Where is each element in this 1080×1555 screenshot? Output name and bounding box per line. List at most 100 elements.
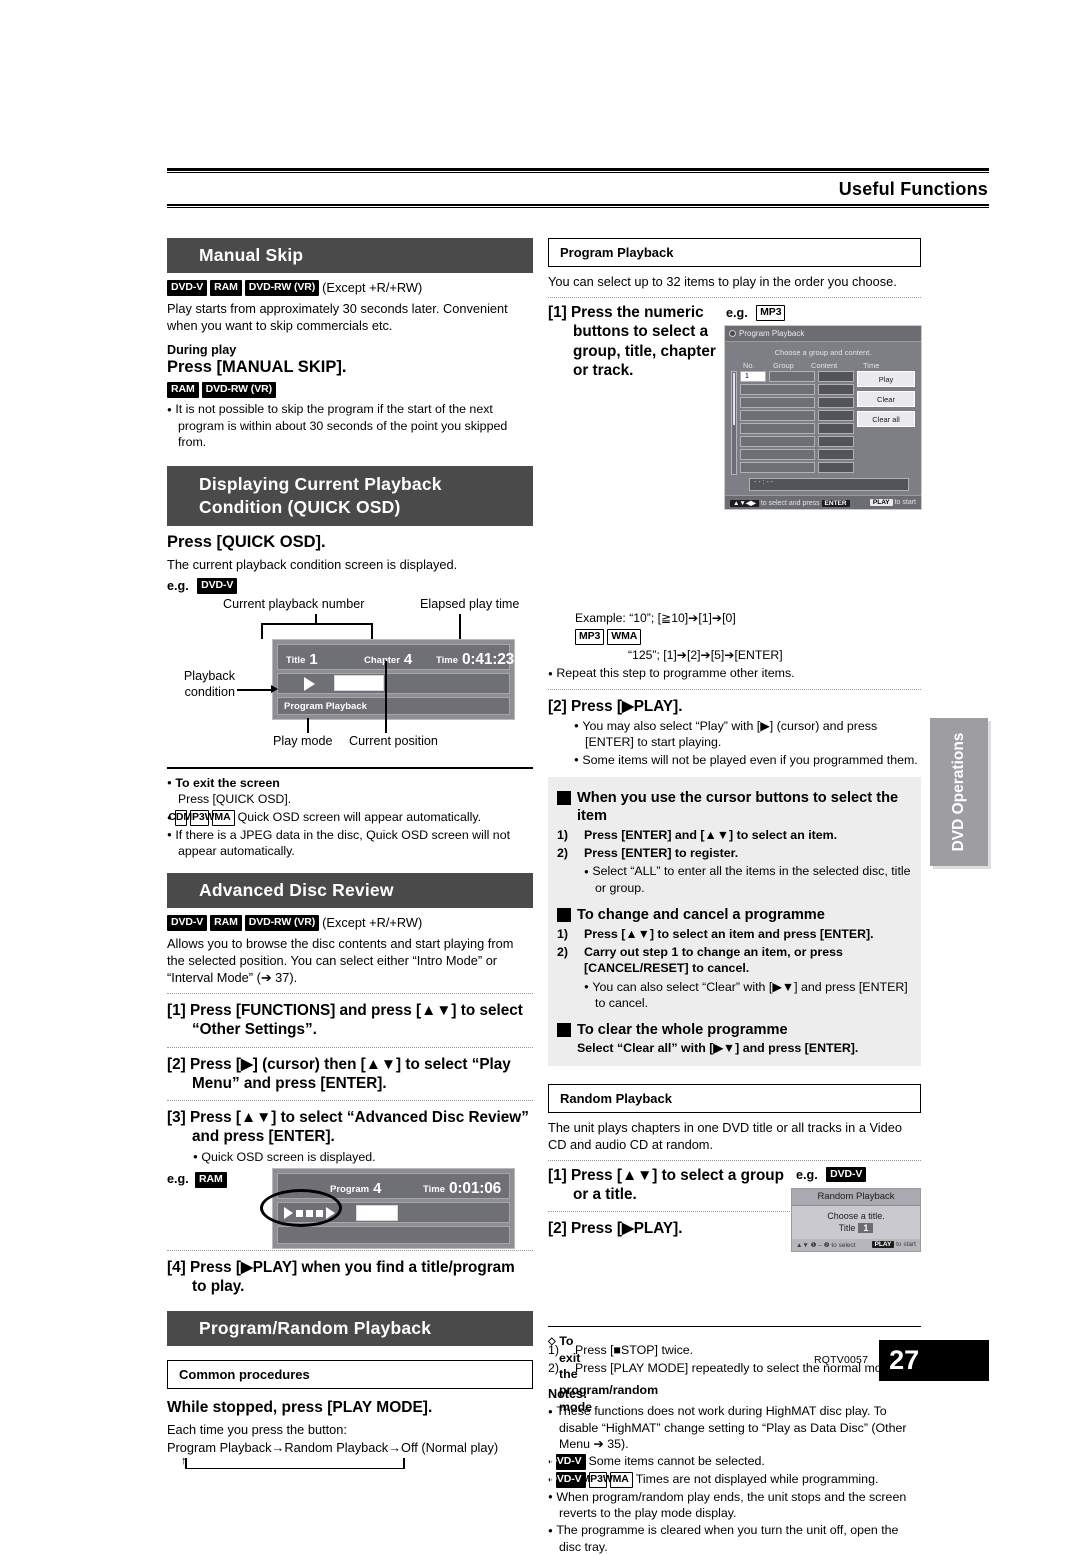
- callout-playback-condition-line1: Playback: [183, 668, 235, 683]
- play-key-badge-rp: PLAY: [871, 1241, 895, 1249]
- random-playback-steps-block: [1] Press [▲▼] to select a group or a ti…: [548, 1166, 921, 1317]
- rp-foot-left: ▲▼ ❶ – ❷ to select: [796, 1241, 856, 1249]
- pp-row-2[interactable]: [740, 384, 854, 396]
- pp-screen-subtitle: Choose a group and content.: [774, 348, 872, 358]
- disc-badge-ram-adr: RAM: [210, 915, 242, 931]
- pp-col-group: Group: [773, 361, 794, 371]
- disc-badge-wma-ex: WMA: [607, 629, 642, 645]
- adr-step-4: [4] Press [▶PLAY] when you find a title/…: [167, 1259, 515, 1296]
- cursor-bullet: Select “ALL” to enter all the items in t…: [584, 863, 912, 896]
- pp-foot-left: ▲▼◀▶ to select and press ENTER: [730, 499, 850, 507]
- random-playback-step-1: [1] Press [▲▼] to select a group or a ti…: [548, 1166, 784, 1203]
- pp-step2-bullet-1: You may also select “Play” with [▶] (cur…: [574, 718, 921, 751]
- note-2-text: Some items cannot be selected.: [588, 1454, 765, 1469]
- disc-badge-wma: WMA: [205, 810, 235, 826]
- disc-badge-mp3-ex: MP3: [575, 629, 605, 645]
- adr-step3-bullet: Quick OSD screen is displayed.: [193, 1149, 533, 1165]
- pp-row-8[interactable]: [740, 462, 854, 474]
- pp-foot-right: PLAY to start: [869, 499, 916, 507]
- quick-osd-exit-body: Press [QUICK OSD].: [178, 792, 292, 807]
- quick-osd-bullet-1: CDMP3WMAQuick OSD screen will appear aut…: [167, 809, 533, 826]
- pp-row-7[interactable]: [740, 449, 854, 461]
- callout-elapsed-play-time: Elapsed play time: [420, 596, 520, 611]
- side-tab-label: DVD Operations: [950, 732, 967, 852]
- osd-time-label: Time: [436, 654, 459, 666]
- program-random-cycle-arrow: ↑: [167, 1455, 533, 1476]
- pp-screen-columns: No. Group Content Time: [743, 361, 915, 370]
- note-3-text: Times are not displayed while programmin…: [635, 1472, 879, 1487]
- pp-play-button[interactable]: Play: [857, 371, 915, 388]
- page-footer: RQTV0057 27: [814, 1340, 990, 1381]
- pp-step2-bullet-2: Some items will not be played even if yo…: [574, 752, 921, 768]
- page-header: Useful Functions: [167, 168, 989, 208]
- pp-screen-footer: ▲▼◀▶ to select and press ENTER PLAY to s…: [725, 495, 921, 510]
- osd-title-label: Title: [286, 654, 306, 666]
- play-key-badge: PLAY: [869, 499, 893, 507]
- adr-time-value: 0:01:06: [449, 1180, 502, 1198]
- random-playback-eg: e.g. DVD-V: [796, 1166, 869, 1184]
- disc-badge-dvd-v: DVD-V: [167, 280, 208, 296]
- cursor-step-1: Press [ENTER] and [▲▼] to select an item…: [584, 828, 838, 843]
- change-step-1: Press [▲▼] to select an item and press […: [584, 927, 874, 942]
- pp-buttons: Play Clear Clear all: [857, 371, 915, 475]
- osd-title-value: 1: [309, 650, 318, 668]
- dpad-icon: ▲▼◀▶: [730, 499, 759, 507]
- program-playback-eg: e.g. MP3: [726, 304, 788, 322]
- pp-screen-title: Program Playback: [739, 329, 805, 339]
- pp-col-time: Time: [863, 361, 880, 371]
- pp-screen-body: Choose a group and content. No. Group Co…: [725, 342, 921, 492]
- osd-time-value: 0:41:23: [462, 650, 515, 668]
- adr-step-3: [3] Press [▲▼] to select “Advanced Disc …: [167, 1109, 529, 1146]
- osd-progress-row: [277, 672, 510, 694]
- quick-osd-bullets: CDMP3WMAQuick OSD screen will appear aut…: [167, 809, 533, 859]
- quick-osd-exit-list: To exit the screen: [167, 775, 533, 791]
- adr-badge-note: (Except +R/+RW): [322, 915, 423, 931]
- manual-skip-bullet-1: It is not possible to skip the program i…: [167, 401, 533, 450]
- pp-row-5[interactable]: [740, 423, 854, 435]
- callout-current-playback-number: Current playback number: [223, 596, 365, 611]
- rp-foot-right-text: to start: [896, 1241, 916, 1249]
- pp-scrollbar[interactable]: [731, 371, 737, 476]
- rp-screen-title: Random Playback: [792, 1188, 920, 1206]
- disc-badge-mp3-eg: MP3: [756, 304, 786, 321]
- pp-eg-label: e.g.: [726, 306, 748, 321]
- pp-total-time: - - : - -: [749, 478, 909, 492]
- pp-row-1-time: [818, 371, 854, 383]
- manual-skip-bullets: It is not possible to skip the program i…: [167, 401, 533, 450]
- quick-osd-bullet-1-text: Quick OSD screen will appear automatical…: [237, 810, 482, 825]
- program-random-press: While stopped, press [PLAY MODE].: [167, 1399, 433, 1417]
- note-2: DVD-VSome items cannot be selected.: [548, 1453, 921, 1471]
- pp-example-line2: “125”; [1]➔[2]➔[5]➔[ENTER]: [628, 648, 783, 663]
- pp-example-bullets: Repeat this step to programme other item…: [548, 665, 921, 681]
- enter-key-badge: ENTER: [821, 499, 850, 507]
- pp-clear-button[interactable]: Clear: [857, 391, 915, 408]
- manual-skip-badges: DVD-V RAM DVD-RW (VR) (Except +R/+RW): [167, 279, 533, 297]
- adr-figure: e.g. RAM Program 4 Time 0:01:06: [167, 1168, 533, 1250]
- manual-skip-press: Press [MANUAL SKIP].: [167, 358, 347, 377]
- disc-badge-dvd-rw-vr-2: DVD-RW (VR): [201, 382, 276, 398]
- pp-row-1[interactable]: 1: [740, 371, 854, 383]
- pp-row-4[interactable]: [740, 410, 854, 422]
- disc-badge-dvd-v-note2: DVD-V: [549, 1454, 586, 1471]
- page-title: Useful Functions: [838, 179, 988, 199]
- pp-row-6[interactable]: [740, 436, 854, 448]
- program-playback-step1-block: [1] Press the numeric buttons to select …: [548, 303, 922, 608]
- pp-example-bullet: Repeat this step to programme other item…: [548, 665, 921, 681]
- adr-program-label: Program: [330, 1184, 370, 1196]
- change-cancel-bullets: You can also select “Clear” with [▶▼] an…: [557, 979, 912, 1012]
- pp-clear-all-button[interactable]: Clear all: [857, 411, 915, 428]
- pp-row-3[interactable]: [740, 397, 854, 409]
- common-procedures-head: Common procedures: [167, 1360, 533, 1390]
- rp-title-value: 1: [858, 1222, 874, 1233]
- quick-osd-banner-line2: Condition (QUICK OSD): [199, 496, 401, 517]
- pp-row-1-no: 1: [740, 371, 766, 383]
- note-1: These functions does not work during Hig…: [548, 1403, 921, 1452]
- note-4: When program/random play ends, the unit …: [548, 1489, 921, 1522]
- section-banner-manual-skip: Manual Skip: [167, 238, 533, 274]
- quick-osd-figure: Current playback number Elapsed play tim…: [167, 597, 533, 755]
- random-playback-step-2: [2] Press [▶PLAY].: [548, 1220, 683, 1238]
- cursor-buttons-block: When you use the cursor buttons to selec…: [548, 777, 921, 1066]
- pp-screen-titlebar: Program Playback: [725, 326, 921, 343]
- adr-program-value: 4: [373, 1180, 382, 1198]
- adr-position-marker: [356, 1204, 398, 1221]
